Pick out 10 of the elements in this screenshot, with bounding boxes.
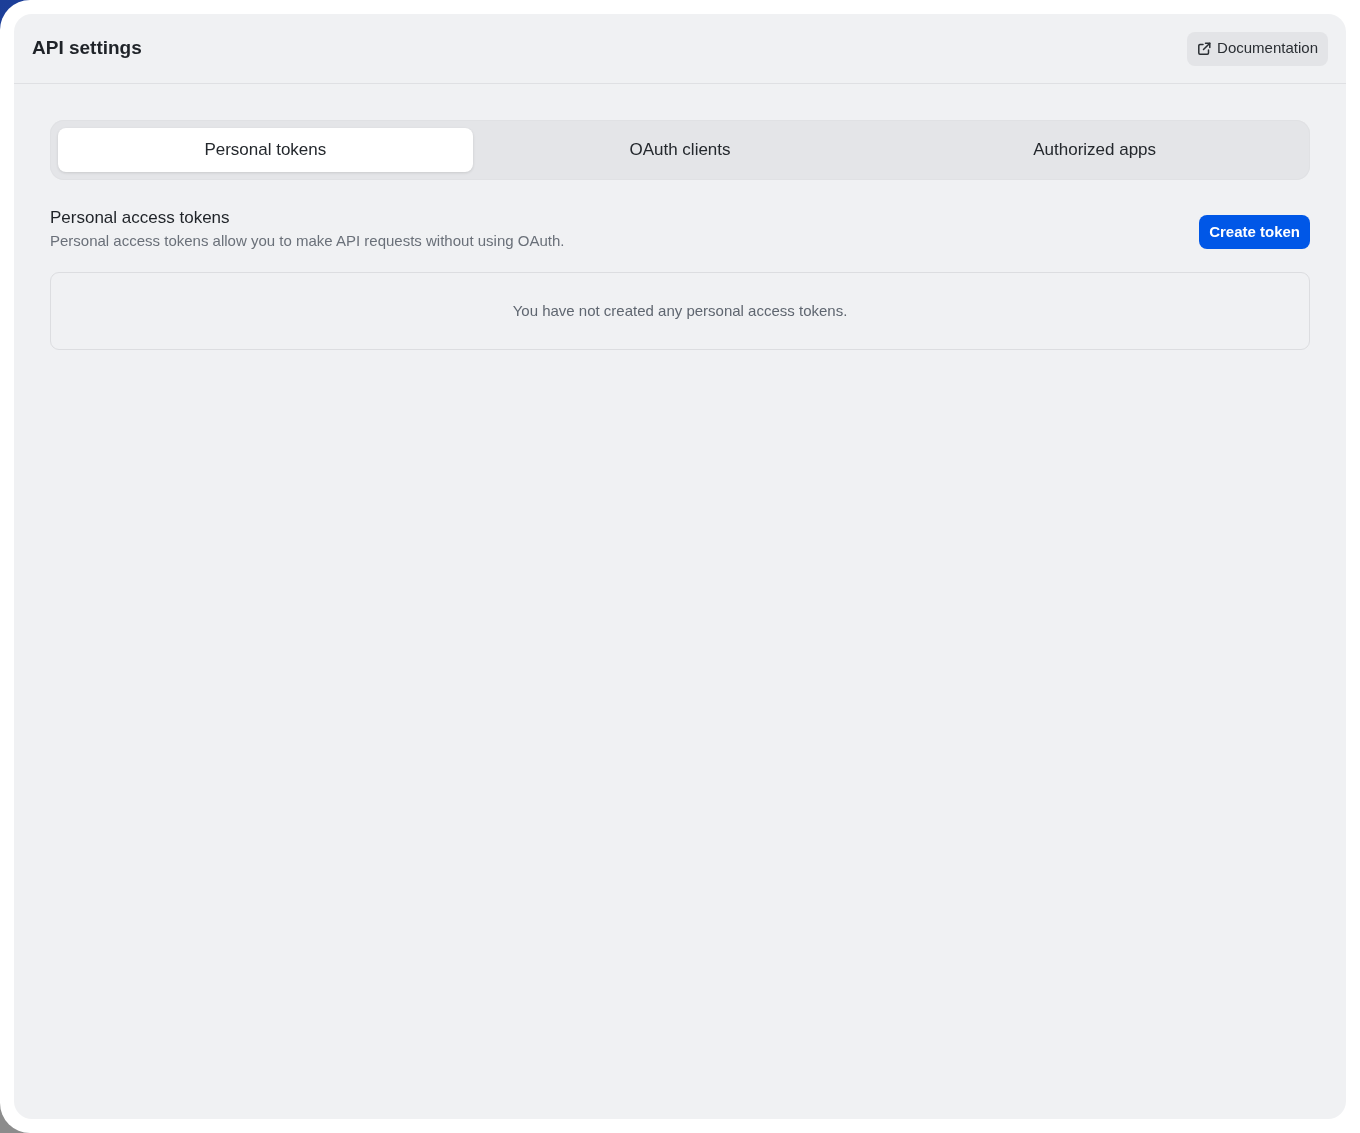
empty-state-message: You have not created any personal access tokens. [512,300,848,321]
tab[interactable]: OAuth clients [472,128,888,172]
tab[interactable]: Personal tokens [58,128,473,172]
tab[interactable]: Authorized apps [887,128,1302,172]
section-title: Personal access tokens [50,207,231,229]
external-link-icon [1197,41,1212,56]
documentation-button[interactable]: Documentation [1187,31,1328,66]
page-title: API settings [32,37,142,60]
section-description: Personal access tokens allow you to make API requests without using OAuth. [50,231,565,251]
create-token-button[interactable]: Create token [1199,215,1310,249]
